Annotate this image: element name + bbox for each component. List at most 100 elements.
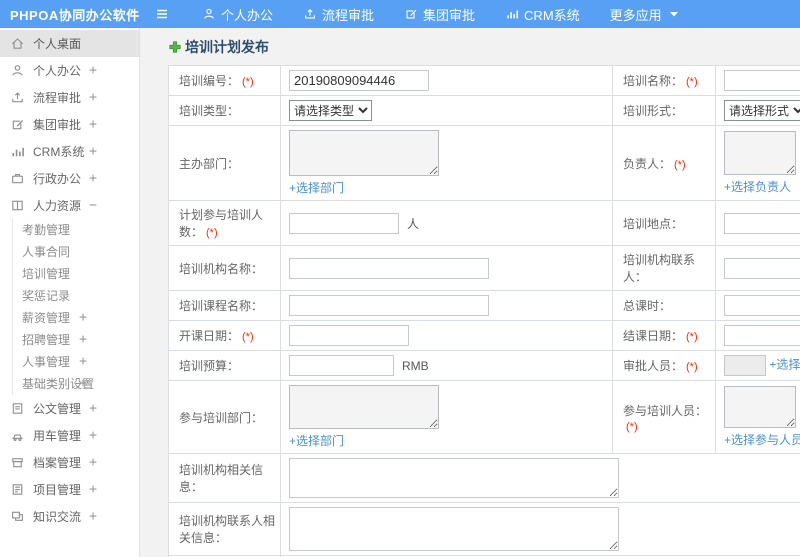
sidebar-item-label: 流程审批 bbox=[33, 91, 82, 105]
sidebar-item-workflow-approval[interactable]: 流程审批 + bbox=[0, 84, 139, 111]
expand-mark: + bbox=[89, 455, 97, 470]
sidebar-item-group-approval[interactable]: 集团审批 + bbox=[0, 111, 139, 138]
sidebar-subitem-reward-punishment[interactable]: 奖惩记录 bbox=[13, 285, 139, 307]
sidebar-item-knowledge-exchange[interactable]: 知识交流 + bbox=[0, 503, 139, 530]
required-mark: (*) bbox=[242, 76, 254, 88]
sidebar-item-archive-mgmt[interactable]: 档案管理 + bbox=[0, 449, 139, 476]
training-name-label: 培训名称： bbox=[623, 74, 684, 88]
hamburger-menu-icon[interactable] bbox=[154, 5, 172, 23]
sidebar-subitem-training[interactable]: 培训管理 bbox=[13, 263, 139, 285]
sidebar-item-label: CRM系统 bbox=[33, 145, 85, 159]
sidebar-item-label: 公文管理 bbox=[33, 402, 82, 416]
org-name-input[interactable] bbox=[289, 257, 489, 279]
expand-mark: + bbox=[89, 482, 97, 497]
end-date-input[interactable] bbox=[724, 325, 800, 346]
main-content: 培训计划发布 培训编号：(*) 培训名称：(*) 培训类型： 请选择类型 培训形… bbox=[140, 28, 800, 557]
required-mark: (*) bbox=[686, 331, 698, 343]
end-date-label: 结课日期： bbox=[623, 329, 684, 343]
required-mark: (*) bbox=[242, 331, 254, 343]
course-name-label: 培训课程名称： bbox=[179, 299, 264, 313]
sidebar-item-human-resources[interactable]: 人力资源 − bbox=[0, 192, 139, 219]
join-depts-textarea[interactable] bbox=[289, 385, 439, 429]
sidebar-subitem-label: 人事合同 bbox=[22, 245, 71, 259]
sidebar-item-crm-system[interactable]: CRM系统 + bbox=[0, 138, 139, 165]
course-name-input[interactable] bbox=[289, 295, 489, 316]
nav-group-approval[interactable]: 集团审批 bbox=[404, 5, 475, 24]
leader-label: 负责人： bbox=[623, 156, 672, 171]
select-host-dept-link[interactable]: +选择部门 bbox=[289, 179, 344, 196]
sidebar-subitem-recruitment[interactable]: 招聘管理 + bbox=[13, 329, 139, 351]
plus-icon bbox=[169, 41, 181, 53]
expand-mark: + bbox=[89, 63, 97, 78]
sidebar-item-label: 个人办公 bbox=[33, 64, 82, 78]
sidebar-subitem-personnel[interactable]: 人事管理 + bbox=[13, 351, 139, 373]
planned-count-input[interactable] bbox=[289, 212, 399, 234]
nav-label: 集团审批 bbox=[423, 7, 476, 23]
sidebar-subitem-hr-contract[interactable]: 人事合同 bbox=[13, 241, 139, 263]
nav-label: CRM系统 bbox=[524, 7, 580, 23]
sidebar-item-personal-desktop[interactable]: 个人桌面 bbox=[0, 30, 139, 57]
nav-personal-office[interactable]: 个人办公 bbox=[202, 5, 273, 24]
budget-input[interactable] bbox=[289, 355, 394, 376]
sidebar-subitem-attendance[interactable]: 考勤管理 bbox=[13, 219, 139, 241]
location-input[interactable] bbox=[724, 212, 800, 234]
leader-textarea[interactable] bbox=[724, 131, 796, 175]
org-info-textarea[interactable] bbox=[289, 458, 619, 498]
training-mode-select[interactable]: 请选择形式 bbox=[724, 100, 800, 121]
sidebar-item-personal-office[interactable]: 个人办公 + bbox=[0, 57, 139, 84]
hr-submenu: 考勤管理 人事合同 培训管理 奖惩记录 薪资管理 + 招聘管理 + 人事管理 +… bbox=[12, 219, 139, 395]
unit-suffix: 人 bbox=[407, 216, 420, 231]
sidebar-subitem-base-category[interactable]: 基础类别设置 + bbox=[13, 373, 139, 395]
select-join-people-link[interactable]: +选择参与人员 bbox=[724, 431, 800, 448]
page-title-text: 培训计划发布 bbox=[185, 39, 269, 55]
org-contact-input[interactable] bbox=[724, 257, 800, 279]
upload-icon bbox=[10, 90, 25, 105]
approver-input[interactable] bbox=[724, 355, 766, 376]
sidebar-item-vehicle-mgmt[interactable]: 用车管理 + bbox=[0, 422, 139, 449]
training-type-label: 培训类型： bbox=[179, 104, 240, 118]
car-icon bbox=[10, 428, 25, 443]
sidebar-item-project-mgmt[interactable]: 项目管理 + bbox=[0, 476, 139, 503]
sidebar-item-label: 个人桌面 bbox=[33, 37, 82, 51]
sidebar-item-label: 行政办公 bbox=[33, 172, 82, 186]
select-join-depts-link[interactable]: +选择部门 bbox=[289, 432, 344, 449]
join-people-textarea[interactable] bbox=[724, 386, 796, 428]
training-form-table: 培训编号：(*) 培训名称：(*) 培训类型： 请选择类型 培训形式： 请选择形… bbox=[168, 65, 800, 557]
edit-icon bbox=[10, 117, 25, 132]
caret-down-icon bbox=[669, 10, 679, 18]
app-logo: PHPOA协同办公软件 bbox=[10, 7, 140, 23]
org-contact-label: 培训机构联系人： bbox=[623, 253, 696, 284]
training-type-select[interactable]: 请选择类型 bbox=[289, 100, 372, 121]
sidebar-subitem-salary[interactable]: 薪资管理 + bbox=[13, 307, 139, 329]
budget-label: 培训预算： bbox=[179, 359, 240, 373]
host-dept-textarea[interactable] bbox=[289, 130, 439, 176]
user-icon bbox=[202, 7, 216, 21]
sidebar-item-admin-office[interactable]: 行政办公 + bbox=[0, 165, 139, 192]
bar-chart-icon bbox=[505, 7, 519, 21]
sidebar-item-label: 项目管理 bbox=[33, 483, 82, 497]
org-contact-info-label: 培训机构联系人相关信息： bbox=[179, 514, 276, 545]
select-approver-link[interactable]: +选择审批人员 bbox=[769, 358, 800, 372]
currency-suffix: RMB bbox=[402, 358, 429, 373]
home-icon bbox=[10, 36, 25, 51]
expand-mark: + bbox=[79, 354, 87, 369]
select-leader-link[interactable]: +选择负责人 bbox=[724, 178, 791, 195]
training-no-input[interactable] bbox=[289, 70, 429, 91]
org-contact-info-textarea[interactable] bbox=[289, 507, 619, 551]
total-hours-input[interactable] bbox=[724, 295, 800, 316]
sidebar-item-document-mgmt[interactable]: 公文管理 + bbox=[0, 395, 139, 422]
nav-more-apps[interactable]: 更多应用 bbox=[610, 5, 679, 24]
join-people-label: 参与培训人员： bbox=[623, 403, 708, 418]
sidebar: 个人桌面 个人办公 + 流程审批 + 集团审批 + CRM系统 + 行政办公 + bbox=[0, 28, 140, 557]
nav-crm-system[interactable]: CRM系统 bbox=[505, 5, 580, 24]
book-icon bbox=[10, 198, 25, 213]
required-mark: (*) bbox=[206, 227, 218, 239]
training-name-input[interactable] bbox=[724, 70, 800, 91]
nav-workflow-approval[interactable]: 流程审批 bbox=[303, 5, 374, 24]
sidebar-subitem-label: 人事管理 bbox=[22, 355, 71, 369]
training-mode-label: 培训形式： bbox=[623, 104, 684, 118]
expand-mark: + bbox=[89, 509, 97, 524]
edit-icon bbox=[404, 7, 418, 21]
sidebar-subitem-label: 薪资管理 bbox=[22, 311, 71, 325]
start-date-input[interactable] bbox=[289, 325, 409, 346]
